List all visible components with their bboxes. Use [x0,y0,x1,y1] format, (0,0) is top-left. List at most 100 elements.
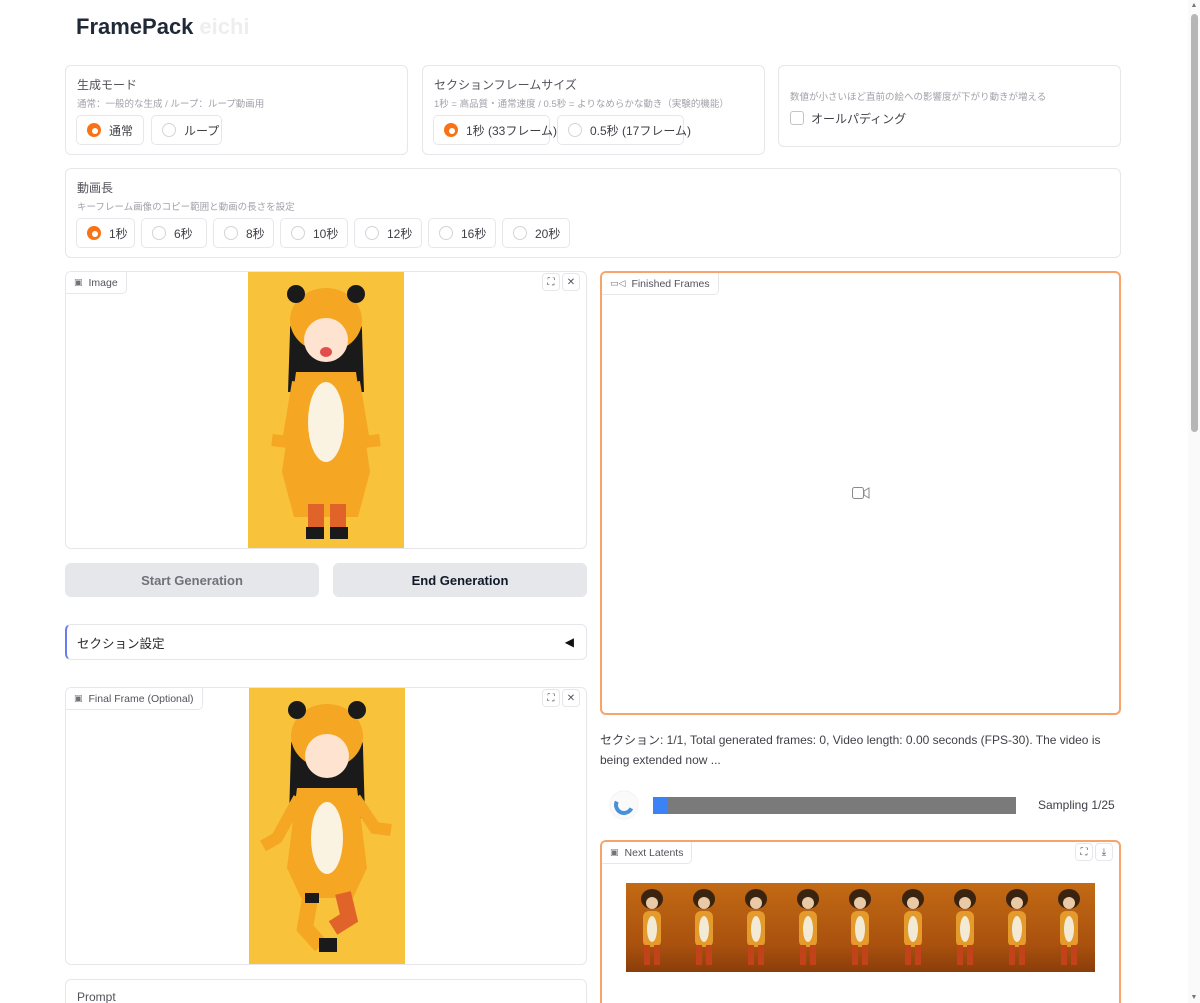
image-input-label: Image [88,276,118,289]
all-padding-label: オールパディング [811,112,907,126]
close-icon[interactable]: ✕ [562,689,580,707]
next-latents-tools: ⛶ ⤓ [1075,843,1113,861]
radio-label: 通常 [109,123,134,138]
character-illustration [249,688,405,964]
generation-mode-group: 生成モード 通常：一般的な生成 / ループ：ループ動画用 通常 ループ [65,65,408,155]
finished-frames-label: Finished Frames [631,277,710,290]
fullscreen-icon[interactable]: ⛶ [542,273,560,291]
radio-dot [365,226,379,240]
end-generation-button[interactable]: End Generation [333,563,587,597]
latent-frame [626,883,679,972]
image-input-panel[interactable]: ▣ Image ⛶ ✕ [65,271,587,549]
video-length-info: キーフレーム画像のコピー範囲と動画の長さを設定 [77,202,295,213]
radio-label: 12秒 [387,226,413,241]
video-length-group: 動画長 キーフレーム画像のコピー範囲と動画の長さを設定 1秒 6秒 8秒 10秒… [65,168,1121,258]
section-frame-size-info: 1秒 = 高品質・通常速度 / 0.5秒 = よりなめらかな動き（実験的機能） [434,99,729,110]
video-icon: ▭◁ [610,278,626,288]
radio-1sec[interactable]: 1秒 (33フレーム) [433,115,557,145]
radio-1s[interactable]: 1秒 [76,218,135,248]
radio-label: 1秒 (33フレーム) [466,123,557,138]
progress-label: Sampling 1/25 [1038,798,1115,812]
all-padding-checkbox[interactable] [790,111,804,125]
radio-dot [224,226,238,240]
latent-frame [886,883,939,972]
section-frame-size-label: セクションフレームサイズ [434,78,577,92]
scroll-down-icon[interactable]: ▼ [1190,994,1198,1001]
latent-frame [678,883,731,972]
latent-frame [1042,883,1095,972]
radio-label: 8秒 [246,226,265,241]
radio-half-sec[interactable]: 0.5秒 (17フレーム) [557,115,691,145]
latent-frame [938,883,991,972]
radio-10s[interactable]: 10秒 [280,218,348,248]
final-frame-panel[interactable]: ▣ Final Frame (Optional) ⛶ ✕ [65,687,587,965]
image-icon: ▣ [74,693,83,703]
finished-frames-tag: ▭◁ Finished Frames [602,273,719,295]
radio-6s[interactable]: 6秒 [141,218,207,248]
section-settings-label: セクション設定 [77,636,165,651]
fullscreen-icon[interactable]: ⛶ [542,689,560,707]
final-frame-label: Final Frame (Optional) [88,692,194,705]
all-padding-info: 数値が小さいほど直前の絵への影響度が下がり動きが増える [790,92,1047,103]
radio-label: 1秒 [109,226,128,241]
radio-dot [439,226,453,240]
radio-dot [444,123,458,137]
latent-frame [730,883,783,972]
close-icon[interactable]: ✕ [562,273,580,291]
scroll-up-icon[interactable]: ▲ [1190,2,1198,9]
image-input-tools: ⛶ ✕ [542,273,580,291]
radio-8s[interactable]: 8秒 [213,218,274,248]
generation-mode-info: 通常：一般的な生成 / ループ：ループ動画用 [77,99,265,110]
uploaded-image [248,272,404,548]
final-frame-image [249,688,405,964]
radio-dot [162,123,176,137]
radio-dot [291,226,305,240]
next-latents-label: Next Latents [624,846,684,859]
radio-dot [87,123,101,137]
generation-mode-label: 生成モード [77,78,138,92]
radio-normal[interactable]: 通常 [76,115,144,145]
image-icon: ▣ [610,847,619,857]
app-title-suffix: eichi [199,14,250,39]
progress-bar [653,797,1016,814]
radio-12s[interactable]: 12秒 [354,218,422,248]
radio-16s[interactable]: 16秒 [428,218,496,248]
radio-label: ループ [184,123,220,138]
all-padding-group: 数値が小さいほど直前の絵への影響度が下がり動きが増える オールパディング [778,65,1121,147]
loading-spinner-icon [610,791,638,819]
fullscreen-icon[interactable]: ⛶ [1075,843,1093,861]
image-icon: ▣ [74,277,83,287]
radio-20s[interactable]: 20秒 [502,218,570,248]
image-input-tag: ▣ Image [66,272,127,294]
start-generation-button[interactable]: Start Generation [65,563,319,597]
next-latents-tag: ▣ Next Latents [602,842,693,864]
radio-dot [513,226,527,240]
radio-label: 20秒 [535,226,561,241]
status-text: セクション: 1/1, Total generated frames: 0, V… [600,733,1101,767]
progress-fill [653,797,668,814]
download-icon[interactable]: ⤓ [1095,843,1113,861]
next-latents-image [626,883,1095,972]
prompt-label: Prompt [77,990,116,1003]
scrollbar-thumb[interactable] [1191,14,1198,432]
radio-loop[interactable]: ループ [151,115,222,145]
radio-label: 0.5秒 (17フレーム) [590,123,691,138]
section-frame-size-group: セクションフレームサイズ 1秒 = 高品質・通常速度 / 0.5秒 = よりなめ… [422,65,765,155]
radio-dot [152,226,166,240]
page-scrollbar[interactable]: ▲ ▼ [1188,0,1200,1003]
video-length-label: 動画長 [77,181,114,195]
finished-frames-panel: ▭◁ Finished Frames [600,271,1121,715]
app-title: FramePack eichi [76,14,250,40]
radio-dot [87,226,101,240]
latent-frame [782,883,835,972]
radio-label: 6秒 [174,226,193,241]
radio-label: 16秒 [461,226,487,241]
collapse-arrow-icon: ◀ [564,635,574,649]
final-frame-tools: ⛶ ✕ [542,689,580,707]
radio-label: 10秒 [313,226,339,241]
app-title-text: FramePack [76,14,194,39]
video-placeholder-icon [852,487,870,499]
latent-frame [990,883,1043,972]
section-settings-accordion[interactable]: セクション設定 ◀ [65,624,587,660]
final-frame-tag: ▣ Final Frame (Optional) [66,688,203,710]
